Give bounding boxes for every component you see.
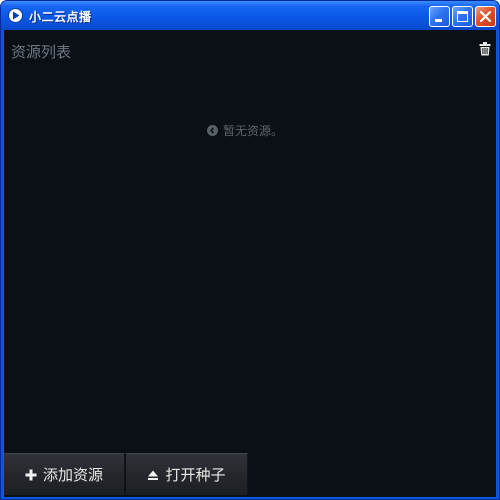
add-resource-button[interactable]: 添加资源 [4, 453, 125, 495]
close-button[interactable] [475, 6, 496, 27]
panel-title: 资源列表 [11, 43, 72, 61]
open-torrent-button[interactable]: 打开种子 [126, 453, 248, 495]
empty-state: 暂无资源。 [207, 122, 283, 138]
plus-icon [25, 469, 37, 481]
chevron-circle-icon [207, 124, 218, 136]
play-icon[interactable] [8, 8, 23, 23]
empty-message: 暂无资源。 [223, 123, 284, 138]
app-window: 小二云点播 资源列表 暂无资源。 添加资源 打开种子 [0, 0, 500, 500]
eject-icon [147, 469, 159, 481]
window-title: 小二云点播 [29, 10, 92, 24]
trash-icon[interactable] [479, 41, 491, 56]
minimize-icon [435, 19, 442, 22]
minimize-button[interactable] [429, 6, 450, 27]
maximize-button[interactable] [452, 6, 473, 27]
resource-panel: 资源列表 暂无资源。 添加资源 打开种子 [4, 30, 496, 497]
title-bar[interactable]: 小二云点播 [1, 1, 499, 30]
close-icon [479, 10, 492, 23]
maximize-icon [457, 11, 468, 22]
open-torrent-label: 打开种子 [165, 466, 226, 484]
add-resource-label: 添加资源 [42, 466, 103, 484]
